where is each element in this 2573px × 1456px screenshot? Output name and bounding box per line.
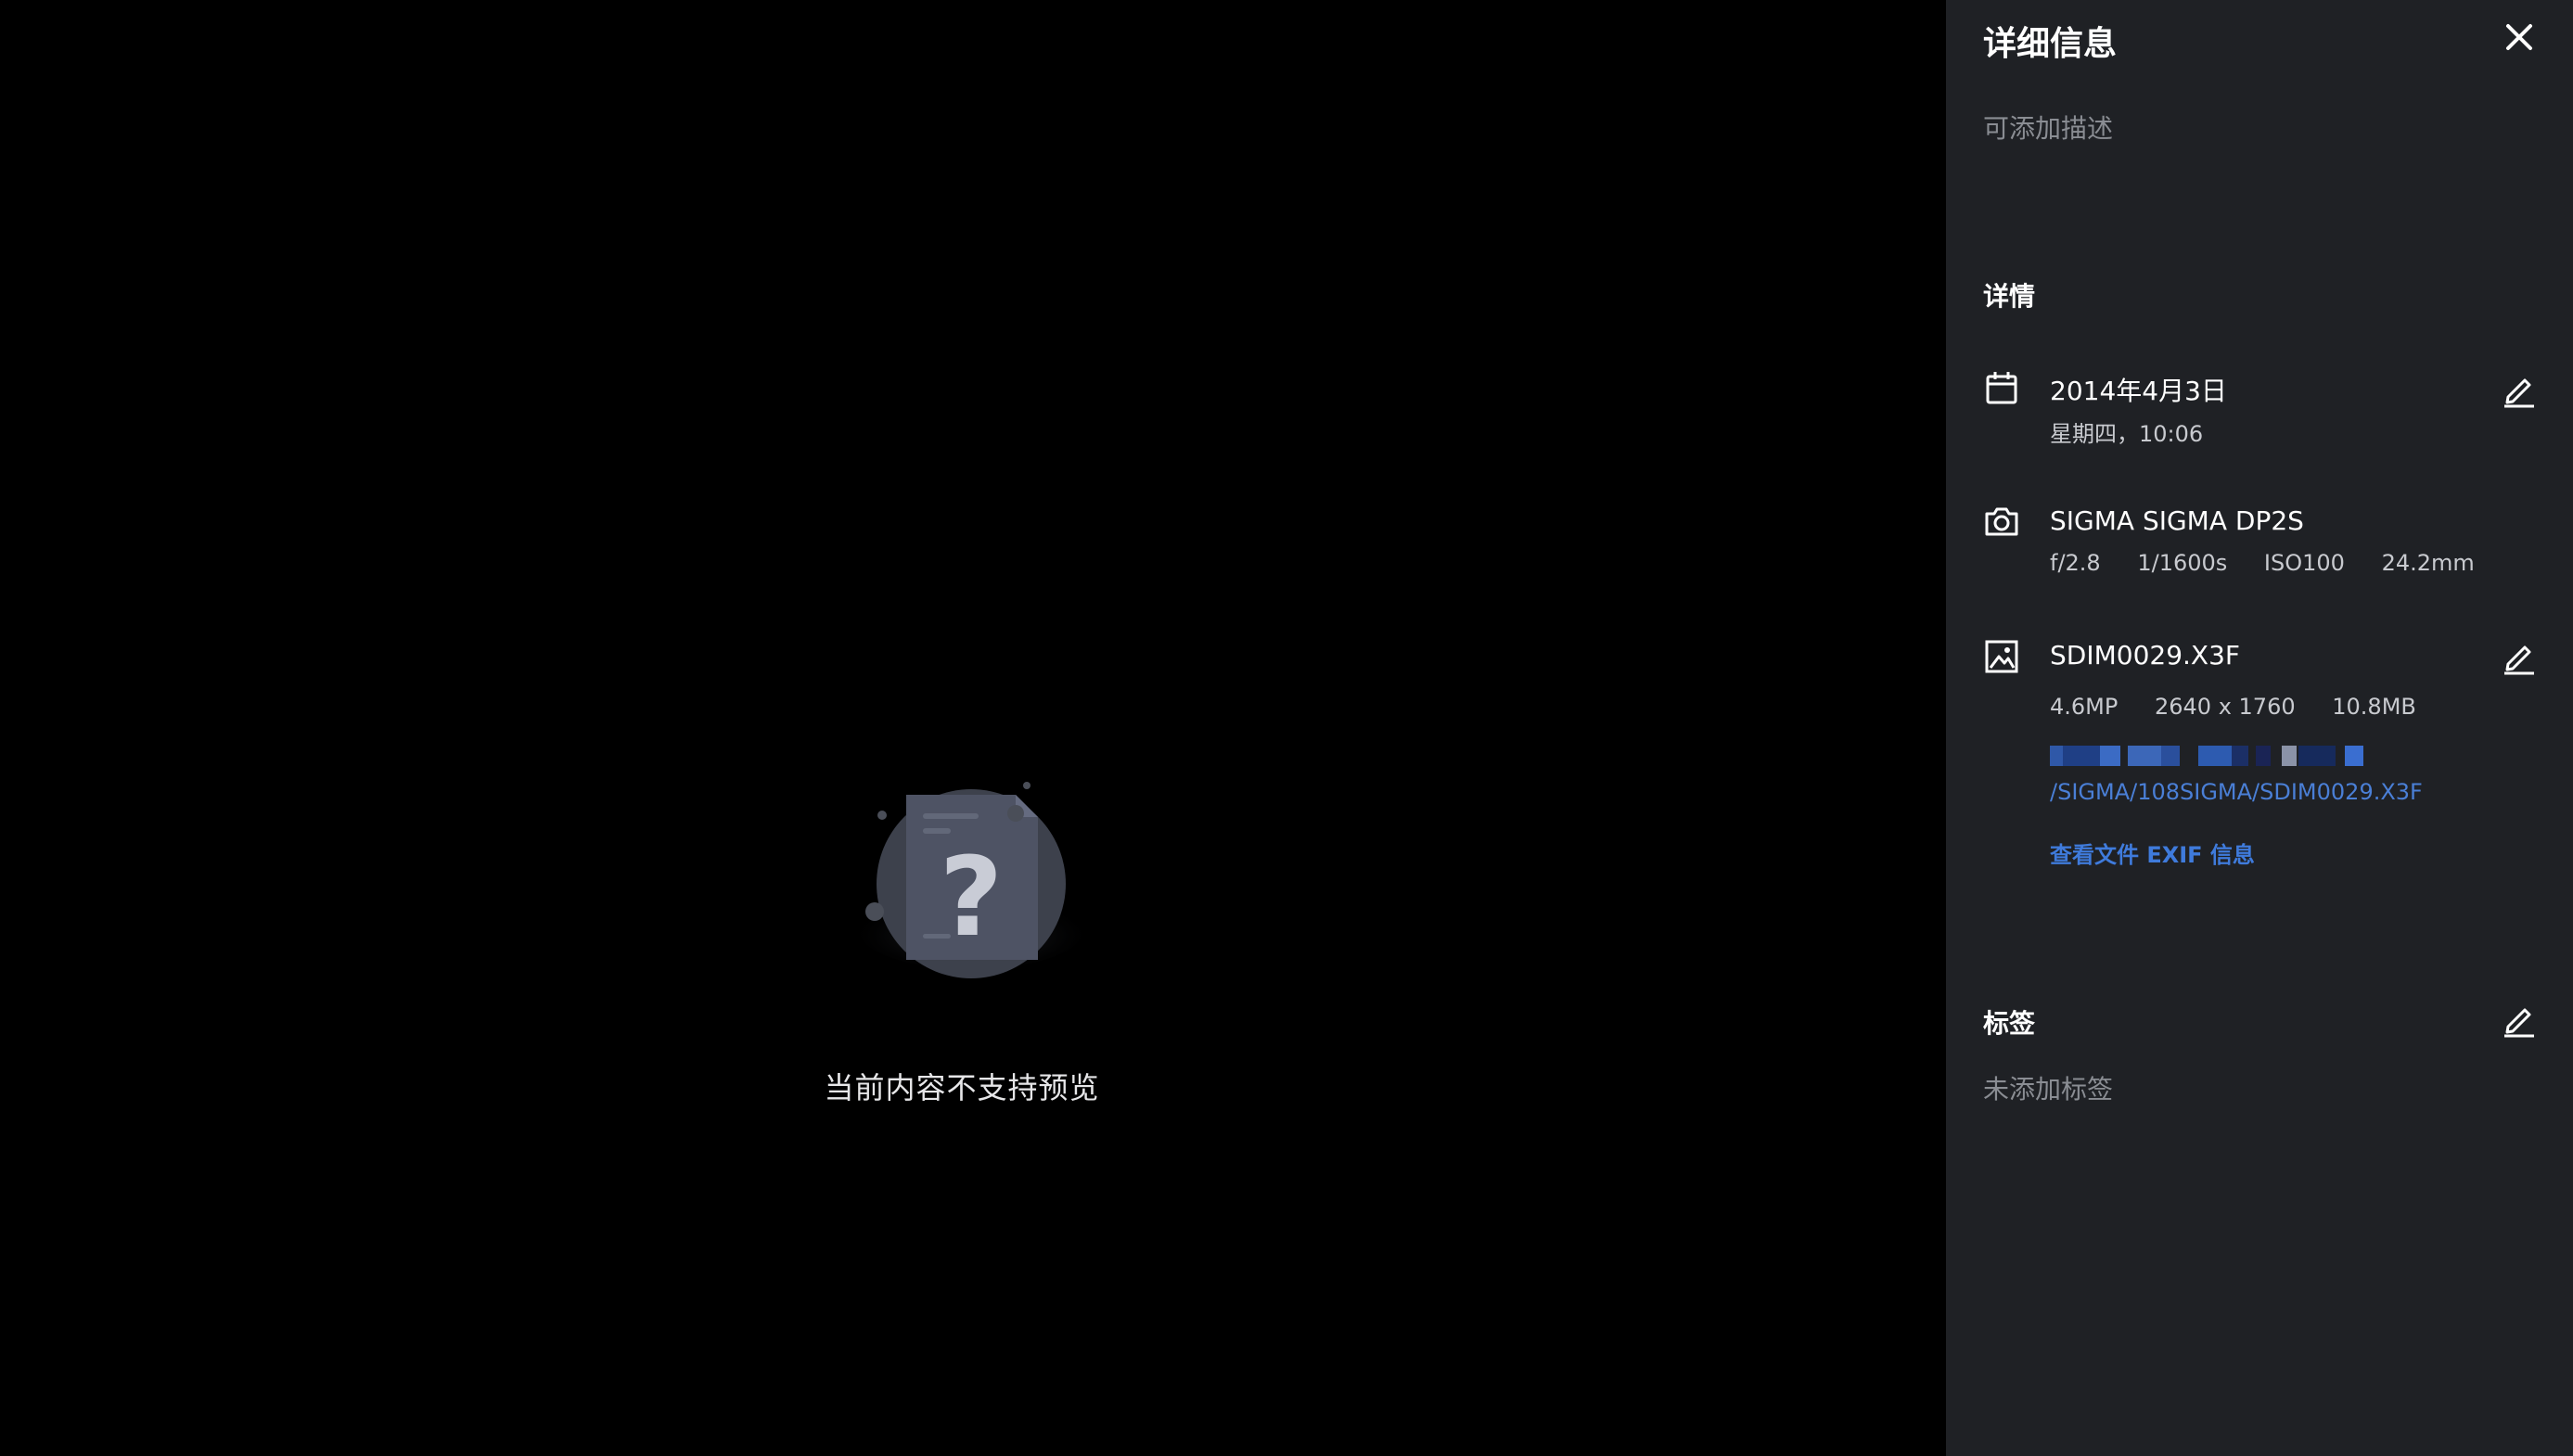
details-panel: 详细信息 可添加描述 详情 2014年4月3日 星期四，10:06 SIGMA … [1946,0,2573,1456]
edit-date-button[interactable] [2501,371,2538,408]
tags-empty-state: 未添加标签 [1983,1074,2114,1105]
panel-title: 详细信息 [1983,25,2118,63]
focal-length-value: 24.2mm [2381,550,2475,576]
camera-settings: f/2.8 1/1600s ISO100 24.2mm [2050,550,2504,576]
unsupported-file-illustration: ? [830,774,1090,997]
pencil-icon [2504,378,2534,408]
iso-value: ISO100 [2263,550,2345,576]
dimensions-value: 2640 x 1760 [2155,694,2296,720]
description-input[interactable]: 可添加描述 [1983,109,2113,146]
megapixels-value: 4.6MP [2050,694,2119,720]
date-value: 2014年4月3日 [2050,376,2227,406]
file-path-text: /SIGMA/108SIGMA/SDIM0029.X3F [2050,779,2423,805]
pencil-icon [2504,645,2534,675]
file-size-value: 10.8MB [2332,694,2416,720]
svg-text:?: ? [940,833,1003,961]
file-name: SDIM0029.X3F [2050,640,2241,671]
file-path-link[interactable]: /SIGMA/108SIGMA/SDIM0029.X3F [2050,736,2532,811]
close-icon [2506,24,2532,50]
file-properties: 4.6MP 2640 x 1760 10.8MB [2050,694,2446,720]
calendar-icon [1983,369,2020,406]
shutter-value: 1/1600s [2137,550,2228,576]
unsupported-preview-message: 当前内容不支持预览 [824,1070,1100,1105]
weekday-time: 星期四，10:06 [2050,421,2204,447]
image-icon [1983,638,2020,675]
edit-filename-button[interactable] [2501,638,2538,675]
aperture-value: f/2.8 [2050,550,2101,576]
preview-area: ? 当前内容不支持预览 [0,0,1946,1456]
camera-icon [1983,503,2020,540]
pencil-icon [2504,1008,2534,1038]
details-heading: 详情 [1983,281,2036,312]
close-button[interactable] [2499,17,2540,57]
camera-model: SIGMA SIGMA DP2S [2050,505,2304,536]
view-exif-link[interactable]: 查看文件 EXIF 信息 [2050,837,2255,869]
edit-tags-button[interactable] [2501,1001,2538,1038]
redacted-path-segment [2050,746,2365,766]
tags-heading: 标签 [1983,1008,2036,1039]
